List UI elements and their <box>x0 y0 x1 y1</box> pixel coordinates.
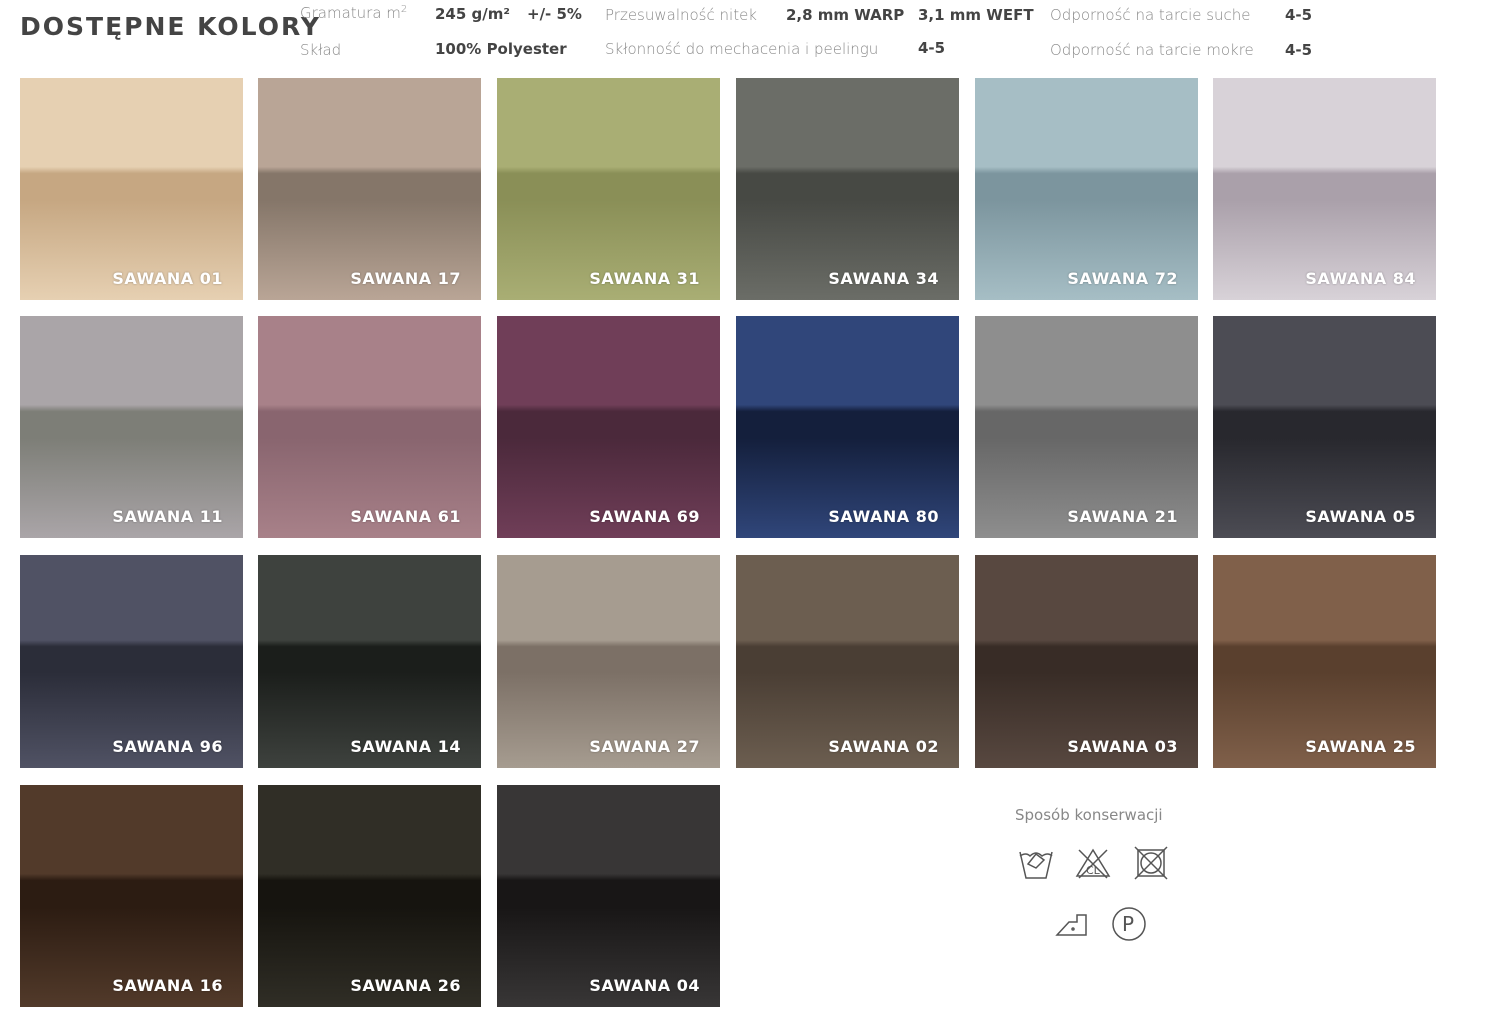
swatch-label: SAWANA 69 <box>589 507 700 526</box>
swatch-label: SAWANA 80 <box>828 507 939 526</box>
swatch-label: SAWANA 96 <box>112 737 223 756</box>
spec-value-tolerance: +/- 5% <box>527 5 582 23</box>
swatch-label: SAWANA 04 <box>589 976 700 995</box>
swatch-label: SAWANA 26 <box>350 976 461 995</box>
care-title: Sposób konserwacji <box>1015 806 1163 824</box>
swatch-sawana-26: SAWANA 26 <box>258 785 481 1007</box>
swatch-label: SAWANA 21 <box>1067 507 1178 526</box>
swatch-sawana-04: SAWANA 04 <box>497 785 720 1007</box>
swatch-sawana-31: SAWANA 31 <box>497 78 720 300</box>
swatch-sawana-11: SAWANA 11 <box>20 316 243 538</box>
swatch-sawana-05: SAWANA 05 <box>1213 316 1436 538</box>
dry-clean-p-icon: P <box>1112 907 1146 941</box>
swatch-sawana-01: SAWANA 01 <box>20 78 243 300</box>
swatch-sawana-21: SAWANA 21 <box>975 316 1198 538</box>
swatch-label: SAWANA 61 <box>350 507 461 526</box>
spec-value-pilling: 4-5 <box>918 39 946 57</box>
spec-label-wet-rub: Odporność na tarcie mokre <box>1050 41 1254 59</box>
swatch-label: SAWANA 11 <box>112 507 223 526</box>
swatch-sawana-80: SAWANA 80 <box>736 316 959 538</box>
svg-text:CL: CL <box>1086 864 1101 877</box>
spec-value-wet-rub: 4-5 <box>1285 41 1313 59</box>
swatch-sawana-17: SAWANA 17 <box>258 78 481 300</box>
swatch-sawana-02: SAWANA 02 <box>736 555 959 768</box>
spec-label-dry-rub: Odporność na tarcie suche <box>1050 6 1251 24</box>
swatch-sawana-03: SAWANA 03 <box>975 555 1198 768</box>
spec-value-dry-rub: 4-5 <box>1285 6 1313 24</box>
no-tumble-dry-icon <box>1134 846 1168 880</box>
spec-label-slippage: Przesuwalność nitek <box>605 6 757 24</box>
swatch-sawana-27: SAWANA 27 <box>497 555 720 768</box>
swatch-sawana-34: SAWANA 34 <box>736 78 959 300</box>
swatch-sawana-25: SAWANA 25 <box>1213 555 1436 768</box>
swatch-label: SAWANA 84 <box>1305 269 1416 288</box>
swatch-sawana-84: SAWANA 84 <box>1213 78 1436 300</box>
swatch-sawana-69: SAWANA 69 <box>497 316 720 538</box>
svg-text:P: P <box>1122 912 1134 936</box>
swatch-label: SAWANA 72 <box>1067 269 1178 288</box>
swatch-label: SAWANA 31 <box>589 269 700 288</box>
iron-low-icon <box>1055 914 1087 936</box>
spec-label-pilling: Skłonność do mechacenia i peelingu <box>605 40 879 58</box>
spec-label-weight: Gramatura m2 <box>300 4 408 22</box>
spec-value-weft: 3,1 mm WEFT <box>918 6 1034 24</box>
spec-label-composition: Skład <box>300 41 342 59</box>
swatch-sawana-14: SAWANA 14 <box>258 555 481 768</box>
swatch-label: SAWANA 14 <box>350 737 461 756</box>
swatch-sawana-96: SAWANA 96 <box>20 555 243 768</box>
swatch-label: SAWANA 03 <box>1067 737 1178 756</box>
swatch-label: SAWANA 34 <box>828 269 939 288</box>
swatch-label: SAWANA 05 <box>1305 507 1416 526</box>
swatch-label: SAWANA 16 <box>112 976 223 995</box>
hand-wash-icon <box>1019 851 1053 879</box>
swatch-label: SAWANA 01 <box>112 269 223 288</box>
page-title: DOSTĘPNE KOLORY <box>20 12 321 41</box>
spec-value-composition: 100% Polyester <box>435 40 567 58</box>
swatch-label: SAWANA 02 <box>828 737 939 756</box>
swatch-sawana-72: SAWANA 72 <box>975 78 1198 300</box>
no-bleach-icon: CL <box>1075 848 1111 879</box>
spec-value-warp: 2,8 mm WARP <box>786 6 905 24</box>
swatch-sawana-61: SAWANA 61 <box>258 316 481 538</box>
spec-value-weight: 245 g/m² <box>435 5 510 23</box>
swatch-sawana-16: SAWANA 16 <box>20 785 243 1007</box>
swatch-label: SAWANA 25 <box>1305 737 1416 756</box>
swatch-label: SAWANA 17 <box>350 269 461 288</box>
swatch-label: SAWANA 27 <box>589 737 700 756</box>
